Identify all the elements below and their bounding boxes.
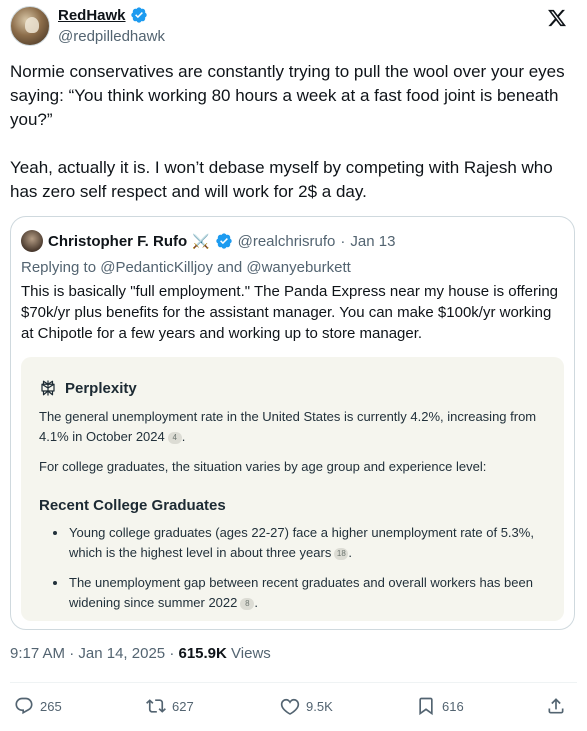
share-button[interactable] [546,692,566,720]
tweet-paragraph-2: Yeah, actually it is. I won’t debase mys… [10,158,553,201]
like-icon [280,698,300,715]
perplexity-bullet-list: Young college graduates (ages 22-27) fac… [51,523,551,623]
replying-to-and: and [217,259,243,276]
list-item: Young college graduates (ages 22-27) fac… [51,523,551,563]
divider [10,682,577,683]
verified-badge-icon [215,233,232,249]
reply-icon [15,697,33,715]
quoted-tweet-header: Christopher F. Rufo ⚔️ @realchrisrufo · … [21,230,395,252]
author-name-row: RedHawk [58,6,148,24]
author-handle[interactable]: @redpilledhawk [58,28,165,45]
perplexity-paragraph-1-text: The general unemployment rate in the Uni… [39,409,537,444]
views-label: Views [231,645,271,662]
action-bar: 265 627 9.5K 616 [10,692,570,720]
perplexity-paragraph-2: For college graduates, the situation var… [39,459,487,474]
list-item: The unemployment gap between recent grad… [51,573,551,613]
bullet-icon [53,531,57,535]
replying-to-mention-2[interactable]: @wanyeburkett [246,259,350,276]
quoted-avatar[interactable] [21,230,43,252]
bookmark-button[interactable]: 616 [416,692,464,720]
quoted-date[interactable]: Jan 13 [350,233,395,250]
quoted-media-screenshot[interactable]: Perplexity The general unemployment rate… [21,357,564,621]
views-count: 615.9K [178,645,227,662]
quoted-handle[interactable]: @realchrisrufo [238,233,336,250]
tweet-paragraph-1: Normie conservatives are constantly tryi… [10,62,565,129]
share-icon [548,698,564,714]
bookmark-count: 616 [442,698,464,714]
verified-badge-icon [130,7,147,23]
tweet-header: RedHawk @redpilledhawk [10,4,577,50]
tweet-date[interactable]: Jan 14, 2025 [78,645,165,662]
crossed-swords-icon: ⚔️ [192,232,210,249]
bookmark-icon [419,697,433,716]
citation-badge[interactable]: 4 [167,431,182,444]
quoted-separator: · [340,232,346,250]
x-logo-icon[interactable] [547,8,567,28]
quoted-display-name[interactable]: Christopher F. Rufo [48,233,187,250]
quoted-tweet[interactable]: Christopher F. Rufo ⚔️ @realchrisrufo · … [10,216,575,630]
perplexity-logo-icon [41,380,55,396]
meta-separator: · [69,645,75,662]
tweet-text: Normie conservatives are constantly tryi… [10,60,575,204]
quoted-tweet-text: This is basically "full employment." The… [21,283,559,342]
avatar[interactable] [10,6,50,46]
perplexity-brand: Perplexity [39,379,137,397]
reply-count: 265 [40,698,62,714]
retweet-button[interactable]: 627 [146,692,194,720]
replying-to-line: Replying to @PedanticKilljoy and @wanyeb… [21,259,351,276]
citation-badge[interactable]: 18 [334,547,349,560]
reply-button[interactable]: 265 [14,692,62,720]
like-button[interactable]: 9.5K [280,692,333,720]
tweet-time[interactable]: 9:17 AM [10,645,65,662]
list-item-text: The unemployment gap between recent grad… [69,575,533,610]
tweet-meta: 9:17 AM · Jan 14, 2025 · 615.9K Views [10,645,271,662]
list-item-text: Young college graduates (ages 22-27) fac… [69,525,534,560]
perplexity-paragraph-1: The general unemployment rate in the Uni… [39,409,537,444]
perplexity-heading: Recent College Graduates [39,497,226,514]
retweet-icon [146,699,166,713]
replying-to-prefix: Replying to [21,259,97,276]
like-count: 9.5K [306,698,333,714]
retweet-count: 627 [172,698,194,714]
bullet-icon [53,581,57,585]
perplexity-title: Perplexity [65,379,137,397]
citation-badge[interactable]: 8 [240,597,255,610]
author-display-name[interactable]: RedHawk [58,7,126,24]
replying-to-mention-1[interactable]: @PedanticKilljoy [100,259,213,276]
meta-separator: · [169,645,175,662]
